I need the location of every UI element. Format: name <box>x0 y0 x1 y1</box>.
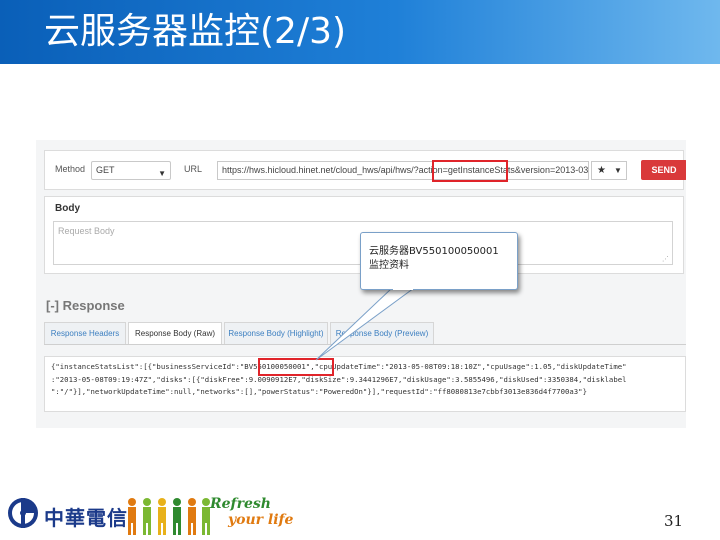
company-name: 中華電信 <box>44 506 128 530</box>
footer-logo: 中華電信 Refresh your life <box>0 492 310 540</box>
people-figures-icon <box>128 498 210 535</box>
slogan-refresh: Refresh <box>210 496 271 512</box>
callout-line: 云服务器BV550100050001 <box>369 246 499 257</box>
callout-arrow <box>315 287 416 361</box>
callout-box: 云服务器BV550100050001 监控资料 <box>360 232 518 290</box>
cht-logo-icon <box>8 498 38 528</box>
callout-text: 云服务器BV550100050001 监控资料 <box>369 245 499 273</box>
callout-line: 监控资料 <box>369 260 409 271</box>
callout-seam <box>393 287 413 290</box>
slogan-your-life: your life <box>228 512 294 528</box>
page-number: 31 <box>664 512 684 530</box>
